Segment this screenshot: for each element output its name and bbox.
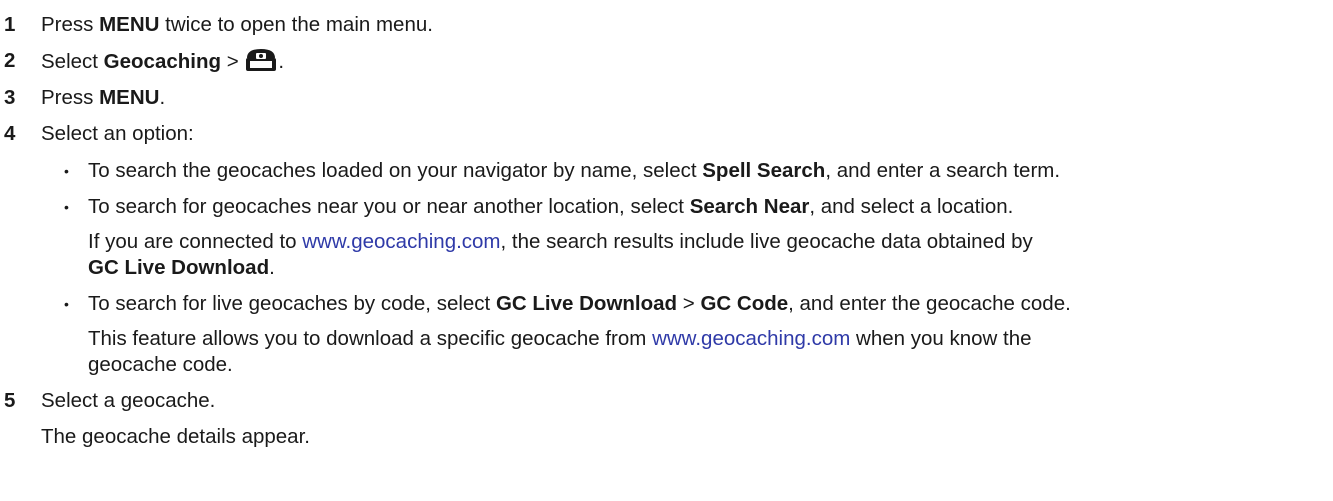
option-search-near: • To search for geocaches near you or ne… [0,193,1333,221]
menu-separator: > [677,292,701,315]
option-text: To search for live geocaches by code, se… [88,290,1071,318]
step-text-post: twice to open the main menu. [159,13,433,36]
option-note-line: GC Live Download. [88,254,275,282]
option-text-pre: To search the geocaches loaded on your n… [88,159,703,182]
option-text-post: , and enter the geocache code. [788,292,1071,315]
option-text: To search the geocaches loaded on your n… [88,157,1060,185]
step-number: 5 [4,389,16,412]
step-text-pre: Press [41,13,100,36]
step-text-pre: Press [41,86,100,109]
menu-separator: > [221,50,245,73]
menu-key-label: MENU [99,13,160,36]
treasure-chest-icon [244,47,278,73]
option-note-line: If you are connected to www.geocaching.c… [88,228,1033,256]
step-text: Press MENU twice to open the main menu. [41,11,433,39]
option-gc-code: • To search for live geocaches by code, … [0,290,1333,318]
bullet-icon: • [64,199,69,215]
spell-search-label: Spell Search [702,159,826,182]
step-number: 4 [4,122,16,145]
geocaching-link[interactable]: www.geocaching.com [652,327,850,350]
option-text-post: , and enter a search term. [825,159,1061,182]
note-text-pre: If you are connected to [88,230,303,253]
step-5-note: The geocache details appear. [41,425,310,448]
gc-live-download-label: GC Live Download [88,256,270,279]
option-note-line: This feature allows you to download a sp… [88,325,1032,353]
step-text: Select an option: [41,122,194,145]
note-text-post: , the search results include live geocac… [500,230,1033,253]
option-spell-search: • To search the geocaches loaded on your… [0,157,1333,185]
gc-live-download-label: GC Live Download [495,292,678,315]
geocaching-link[interactable]: www.geocaching.com [302,230,500,253]
menu-key-label: MENU [99,86,160,109]
option-text-pre: To search for geocaches near you or near… [88,195,690,218]
step-text: Press MENU. [41,84,165,112]
step-text: Select a geocache. [41,389,216,412]
search-near-label: Search Near [689,195,810,218]
note-text-post: when you know the [850,327,1032,350]
option-note-line: geocache code. [88,351,233,379]
step-number: 1 [4,13,16,36]
option-text-pre: To search for live geocaches by code, se… [88,292,496,315]
manual-page: 1 Press MENU twice to open the main menu… [0,0,1333,501]
note-text: geocache code. [88,353,233,376]
step-number: 2 [4,49,16,72]
note-text-pre: This feature allows you to download a sp… [88,327,653,350]
gc-code-label: GC Code [700,292,789,315]
step-text-post: . [159,86,166,109]
step-text: Select Geocaching > . [41,47,284,76]
option-text-post: , and select a location. [809,195,1014,218]
bullet-icon: • [64,163,69,179]
step-text-pre: Select [41,50,104,73]
geocaching-label: Geocaching [103,50,222,73]
option-text: To search for geocaches near you or near… [88,193,1013,221]
note-text-post: . [269,256,275,279]
step-text-post: . [278,50,285,73]
bullet-icon: • [64,296,69,312]
step-number: 3 [4,86,16,109]
